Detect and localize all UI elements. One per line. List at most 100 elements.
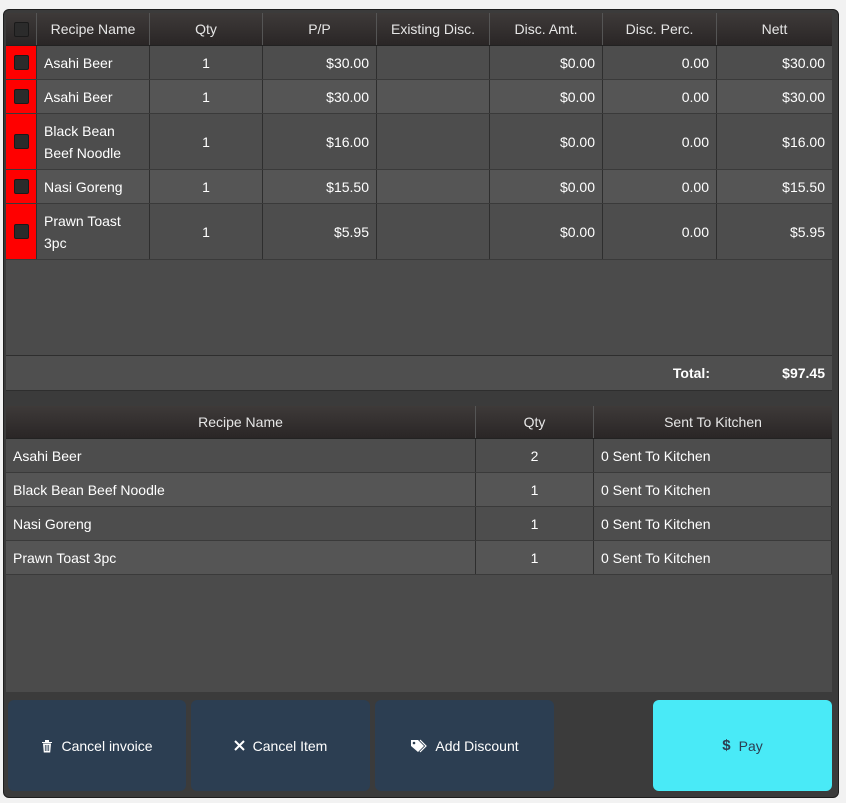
cell-qty: 1 bbox=[150, 80, 263, 113]
row-checkbox[interactable] bbox=[13, 55, 29, 70]
kitchen-header: Recipe Name Qty Sent To Kitchen bbox=[6, 406, 832, 439]
cell-disc-perc: 0.00 bbox=[603, 46, 717, 79]
kitchen-cell-qty: 2 bbox=[476, 439, 594, 472]
recipe-name-line: Beef Noodle bbox=[44, 145, 122, 161]
cell-existing-disc bbox=[377, 114, 490, 169]
col-header-qty[interactable]: Qty bbox=[150, 13, 263, 45]
row-checkbox[interactable] bbox=[13, 224, 29, 239]
cancel-invoice-button[interactable]: Cancel invoice bbox=[8, 700, 186, 791]
invoice-row[interactable]: Nasi Goreng 1 $15.50 $0.00 0.00 $15.50 bbox=[6, 170, 832, 204]
kitchen-cell-qty: 1 bbox=[476, 473, 594, 506]
cell-qty: 1 bbox=[150, 114, 263, 169]
add-discount-button[interactable]: Add Discount bbox=[375, 700, 554, 791]
cell-nett: $5.95 bbox=[789, 223, 825, 240]
cell-disc-amt: $0.00 bbox=[490, 80, 603, 113]
col-header-nett[interactable]: Nett bbox=[717, 13, 832, 45]
row-marker bbox=[6, 46, 37, 79]
cell-existing-disc bbox=[377, 80, 490, 113]
kitchen-cell-recipe-name: Asahi Beer bbox=[6, 439, 476, 472]
kitchen-cell-sent: 0 Sent To Kitchen bbox=[594, 439, 832, 472]
kitchen-col-recipe-name[interactable]: Recipe Name bbox=[6, 406, 476, 438]
cell-recipe-name: Asahi Beer bbox=[37, 80, 150, 113]
col-header-disc-amt[interactable]: Disc. Amt. bbox=[490, 13, 603, 45]
invoice-row[interactable]: Asahi Beer 1 $30.00 $0.00 0.00 $30.00 bbox=[6, 80, 832, 114]
row-marker bbox=[6, 204, 37, 259]
kitchen-col-sent[interactable]: Sent To Kitchen bbox=[594, 406, 832, 438]
kitchen-row[interactable]: Black Bean Beef Noodle 1 0 Sent To Kitchen bbox=[6, 473, 832, 507]
invoice-totals: Total: $97.45 bbox=[6, 355, 832, 391]
cell-pp: $15.50 bbox=[263, 170, 377, 203]
total-value: $97.45 bbox=[782, 365, 825, 381]
kitchen-body: Asahi Beer 2 0 Sent To Kitchen Black Bean B… bbox=[6, 439, 832, 575]
kitchen-row[interactable]: Nasi Goreng 1 0 Sent To Kitchen bbox=[6, 507, 832, 541]
cell-recipe-name: Nasi Goreng bbox=[37, 170, 150, 203]
cell-existing-disc bbox=[377, 204, 490, 259]
recipe-name-line: Asahi Beer bbox=[44, 55, 113, 71]
kitchen-cell-qty: 1 bbox=[476, 541, 594, 574]
cancel-item-label: Cancel Item bbox=[252, 737, 328, 754]
trash-icon bbox=[41, 739, 53, 753]
cell-disc-perc: 0.00 bbox=[603, 204, 717, 259]
pay-label: Pay bbox=[738, 737, 763, 754]
kitchen-cell-sent: 0 Sent To Kitchen bbox=[594, 507, 832, 540]
col-header-existing-disc[interactable]: Existing Disc. bbox=[377, 13, 490, 45]
add-discount-label: Add Discount bbox=[435, 737, 519, 754]
close-icon bbox=[233, 740, 245, 751]
row-checkbox[interactable] bbox=[13, 134, 29, 149]
row-checkbox[interactable] bbox=[13, 89, 29, 104]
cell-existing-disc bbox=[377, 46, 490, 79]
row-marker bbox=[6, 80, 37, 113]
cell-pp: $30.00 bbox=[263, 80, 377, 113]
order-panel: Recipe Name Qty P/P Existing Disc. Disc.… bbox=[3, 9, 839, 798]
cell-pp: $16.00 bbox=[263, 114, 377, 169]
cell-disc-amt: $0.00 bbox=[490, 114, 603, 169]
cell-recipe-name: Asahi Beer bbox=[37, 46, 150, 79]
cell-existing-disc bbox=[377, 170, 490, 203]
invoice-row[interactable]: Black Bean Beef Noodle 1 $16.00 $0.00 0.00 $16… bbox=[6, 114, 832, 170]
pay-button[interactable]: $ Pay bbox=[653, 700, 832, 791]
cell-disc-perc: 0.00 bbox=[603, 170, 717, 203]
kitchen-cell-recipe-name: Nasi Goreng bbox=[6, 507, 476, 540]
row-marker bbox=[6, 114, 37, 169]
kitchen-cell-qty: 1 bbox=[476, 507, 594, 540]
select-all-cell bbox=[6, 13, 37, 45]
cell-qty: 1 bbox=[150, 46, 263, 79]
col-header-disc-perc[interactable]: Disc. Perc. bbox=[603, 13, 717, 45]
cell-disc-perc: 0.00 bbox=[603, 80, 717, 113]
kitchen-cell-sent: 0 Sent To Kitchen bbox=[594, 541, 832, 574]
col-header-pp[interactable]: P/P bbox=[263, 13, 377, 45]
cell-qty: 1 bbox=[150, 204, 263, 259]
recipe-name-line: Asahi Beer bbox=[44, 89, 113, 105]
cell-nett: $30.00 bbox=[782, 54, 825, 71]
tag-icon bbox=[410, 739, 428, 753]
invoice-row[interactable]: Asahi Beer 1 $30.00 $0.00 0.00 $30.00 bbox=[6, 46, 832, 80]
kitchen-row[interactable]: Asahi Beer 2 0 Sent To Kitchen bbox=[6, 439, 832, 473]
cell-recipe-name: Prawn Toast 3pc bbox=[37, 204, 150, 259]
cell-nett: $16.00 bbox=[782, 133, 825, 150]
row-checkbox[interactable] bbox=[13, 179, 29, 194]
invoice-grid: Recipe Name Qty P/P Existing Disc. Disc.… bbox=[6, 13, 832, 391]
cell-disc-amt: $0.00 bbox=[490, 170, 603, 203]
kitchen-row[interactable]: Prawn Toast 3pc 1 0 Sent To Kitchen bbox=[6, 541, 832, 575]
kitchen-col-qty[interactable]: Qty bbox=[476, 406, 594, 438]
invoice-row[interactable]: Prawn Toast 3pc 1 $5.95 $0.00 0.00 $5.95 bbox=[6, 204, 832, 260]
cancel-invoice-label: Cancel invoice bbox=[61, 737, 153, 754]
cell-disc-perc: 0.00 bbox=[603, 114, 717, 169]
cell-pp: $30.00 bbox=[263, 46, 377, 79]
col-header-recipe-name[interactable]: Recipe Name bbox=[37, 13, 150, 45]
kitchen-cell-sent: 0 Sent To Kitchen bbox=[594, 473, 832, 506]
cell-disc-amt: $0.00 bbox=[490, 204, 603, 259]
invoice-header: Recipe Name Qty P/P Existing Disc. Disc.… bbox=[6, 13, 832, 46]
recipe-name-line: Black Bean bbox=[44, 123, 115, 139]
kitchen-cell-recipe-name: Black Bean Beef Noodle bbox=[6, 473, 476, 506]
select-all-checkbox[interactable] bbox=[13, 21, 29, 37]
recipe-name-line: Prawn Toast bbox=[44, 213, 121, 229]
kitchen-cell-recipe-name: Prawn Toast 3pc bbox=[6, 541, 476, 574]
cell-nett: $15.50 bbox=[782, 178, 825, 195]
invoice-body: Asahi Beer 1 $30.00 $0.00 0.00 $30.00 Asahi Be… bbox=[6, 46, 832, 260]
recipe-name-line: Nasi Goreng bbox=[44, 179, 123, 195]
cancel-item-button[interactable]: Cancel Item bbox=[191, 700, 370, 791]
cell-qty: 1 bbox=[150, 170, 263, 203]
dollar-icon: $ bbox=[722, 737, 731, 754]
recipe-name-line: 3pc bbox=[44, 235, 67, 251]
